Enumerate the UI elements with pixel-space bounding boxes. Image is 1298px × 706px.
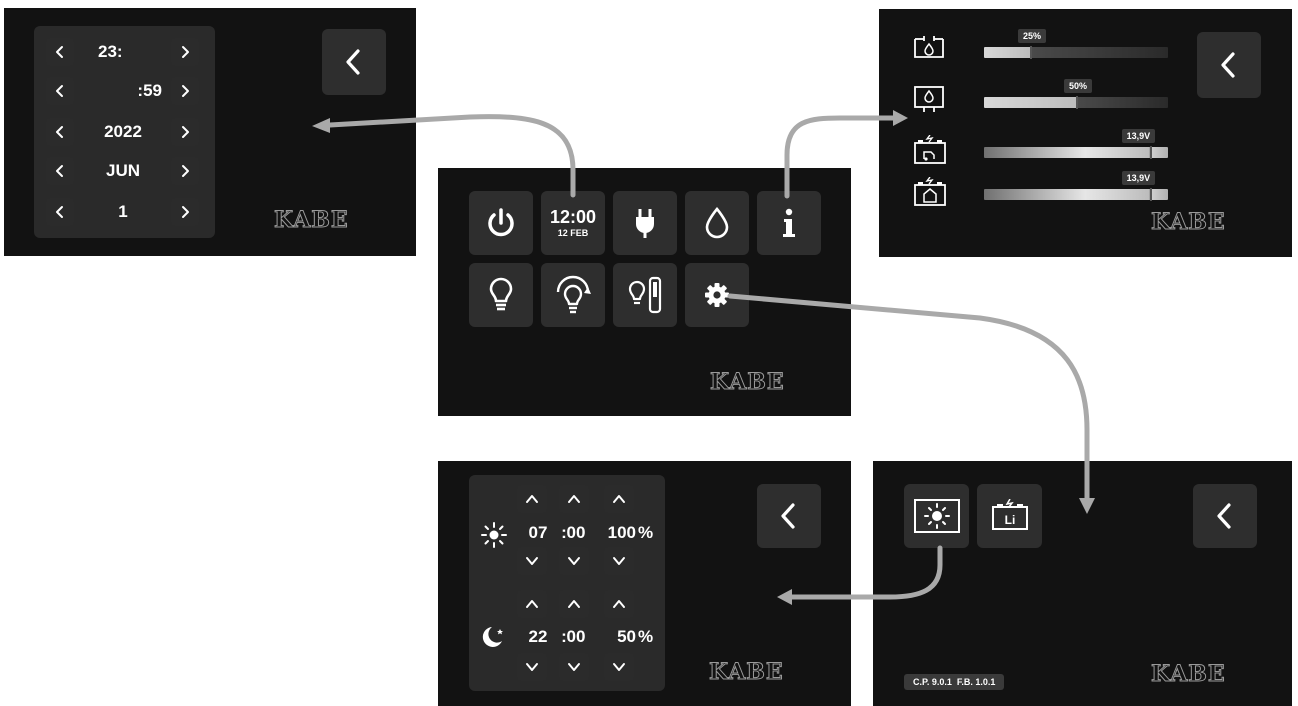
arrow-head-settings bbox=[1079, 498, 1095, 514]
navigation-connectors bbox=[312, 110, 1095, 605]
connector-settings-to-settingsscreen bbox=[727, 293, 1090, 503]
arrow-head-info bbox=[893, 110, 908, 126]
arrow-head-datetime bbox=[312, 118, 330, 133]
connector-brightness-to-brightnessscreen bbox=[787, 545, 943, 600]
connector-clock-to-datetime bbox=[327, 114, 576, 198]
connector-info-to-infoscreen bbox=[784, 115, 898, 199]
arrow-head-brightness bbox=[777, 589, 792, 605]
